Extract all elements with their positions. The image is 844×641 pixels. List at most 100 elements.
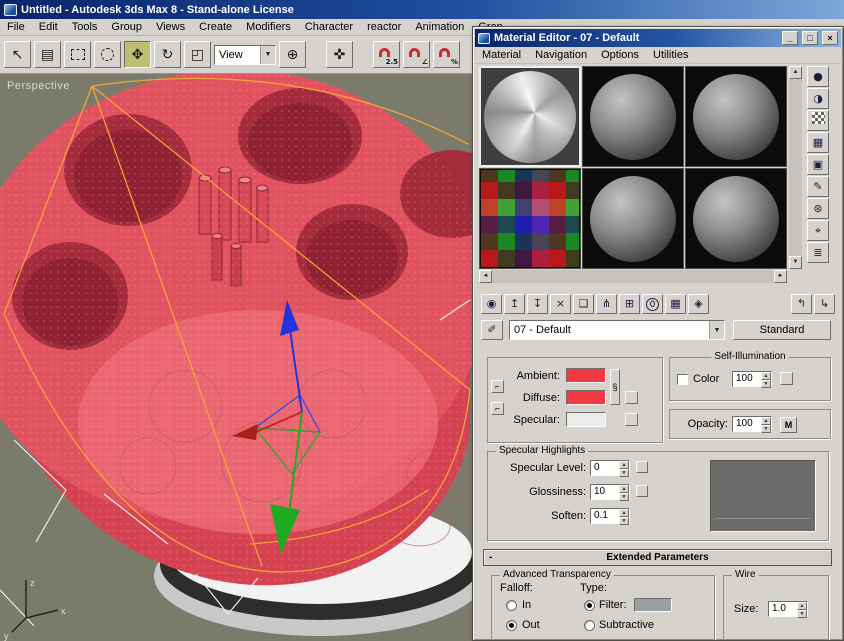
- type-filter-radio[interactable]: [584, 600, 595, 611]
- falloff-in-radio[interactable]: [506, 600, 517, 611]
- scroll-up-icon[interactable]: [789, 66, 802, 79]
- material-sample-slot-2[interactable]: [582, 66, 684, 167]
- main-titlebar[interactable]: Untitled - Autodesk 3ds Max 8 - Stand-al…: [0, 0, 844, 19]
- backlight-button[interactable]: ◑: [807, 88, 829, 109]
- spinner-down-icon[interactable]: [619, 493, 629, 501]
- get-material-button[interactable]: ◉: [481, 294, 502, 314]
- menu-utilities[interactable]: Utilities: [646, 48, 695, 62]
- menu-material[interactable]: Material: [475, 48, 528, 62]
- make-material-copy-button[interactable]: ❏: [573, 294, 594, 314]
- assign-material-to-selection-button[interactable]: ↧: [527, 294, 548, 314]
- spinner-down-icon[interactable]: [761, 380, 771, 388]
- menu-tools[interactable]: Tools: [65, 20, 105, 34]
- wire-size-spinner[interactable]: 1.0: [768, 601, 808, 617]
- select-and-scale-button[interactable]: ◰: [184, 41, 211, 68]
- menu-group[interactable]: Group: [104, 20, 149, 34]
- glossiness-spinner[interactable]: 10: [590, 484, 630, 500]
- scroll-left-icon[interactable]: [479, 270, 492, 283]
- spinner-up-icon[interactable]: [761, 417, 771, 425]
- select-object-button[interactable]: ↖: [4, 41, 31, 68]
- spinner-up-icon[interactable]: [797, 602, 807, 610]
- material-sample-slot-6[interactable]: [685, 168, 787, 269]
- extended-parameters-rollout[interactable]: - Extended Parameters: [483, 549, 832, 566]
- maximize-button[interactable]: □: [802, 31, 818, 45]
- material-sample-slot-5[interactable]: [582, 168, 684, 269]
- material-sample-slot-4[interactable]: [479, 168, 581, 269]
- specular-map-button[interactable]: [625, 413, 638, 426]
- pick-material-from-object-button[interactable]: ✐: [481, 320, 503, 340]
- falloff-out-radio[interactable]: [506, 620, 517, 631]
- spinner-up-icon[interactable]: [619, 461, 629, 469]
- lock-diffuse-specular-button[interactable]: ⌐: [491, 402, 504, 415]
- sample-type-button[interactable]: ●: [807, 66, 829, 87]
- material-id-channel-button[interactable]: 0: [642, 294, 663, 314]
- select-and-manipulate-button[interactable]: ✜: [326, 41, 353, 68]
- menu-options[interactable]: Options: [594, 48, 646, 62]
- chevron-down-icon[interactable]: [260, 46, 275, 64]
- diffuse-map-button[interactable]: [625, 391, 638, 404]
- spinner-down-icon[interactable]: [797, 610, 807, 618]
- specular-level-map-button[interactable]: [636, 461, 648, 473]
- glossiness-map-button[interactable]: [636, 485, 648, 497]
- lock-ambient-diffuse-button[interactable]: ⌐: [491, 380, 504, 393]
- go-to-parent-button[interactable]: ↰: [791, 294, 812, 314]
- material-map-navigator-button[interactable]: ≣: [807, 242, 829, 263]
- ambient-color-swatch[interactable]: [566, 368, 606, 383]
- soften-spinner[interactable]: 0.1: [590, 508, 630, 524]
- show-end-result-button[interactable]: ◈: [688, 294, 709, 314]
- put-material-to-scene-button[interactable]: ↥: [504, 294, 525, 314]
- opacity-map-button[interactable]: M: [780, 417, 797, 433]
- spinner-down-icon[interactable]: [761, 425, 771, 433]
- self-illumination-map-button[interactable]: [780, 372, 793, 385]
- self-illumination-spinner[interactable]: 100: [732, 371, 772, 387]
- filter-color-swatch[interactable]: [634, 598, 672, 612]
- specular-level-spinner[interactable]: 0: [590, 460, 630, 476]
- video-color-check-button[interactable]: ▣: [807, 154, 829, 175]
- material-editor-options-button[interactable]: ⊛: [807, 198, 829, 219]
- menu-navigation[interactable]: Navigation: [528, 48, 594, 62]
- viewport-label[interactable]: Perspective: [7, 80, 70, 92]
- menu-views[interactable]: Views: [149, 20, 192, 34]
- select-and-rotate-button[interactable]: ↻: [154, 41, 181, 68]
- menu-animation[interactable]: Animation: [408, 20, 471, 34]
- show-map-in-viewport-button[interactable]: ▦: [665, 294, 686, 314]
- spinner-up-icon[interactable]: [761, 372, 771, 380]
- percent-snap-toggle-button[interactable]: %: [433, 41, 460, 68]
- specular-color-swatch[interactable]: [566, 412, 606, 427]
- angle-snap-toggle-button[interactable]: ∠: [403, 41, 430, 68]
- select-by-material-button[interactable]: ⌖: [807, 220, 829, 241]
- material-sample-slot-3[interactable]: [685, 66, 787, 167]
- make-unique-button[interactable]: ⋔: [596, 294, 617, 314]
- spinner-down-icon[interactable]: [619, 469, 629, 477]
- crossing-selection-region-button[interactable]: [94, 41, 121, 68]
- scroll-down-icon[interactable]: [789, 256, 802, 269]
- ambient-diffuse-lock-icon[interactable]: §: [610, 369, 620, 405]
- scroll-right-icon[interactable]: [774, 270, 787, 283]
- use-center-button[interactable]: ⊕: [279, 41, 306, 68]
- spinner-up-icon[interactable]: [619, 485, 629, 493]
- menu-file[interactable]: File: [0, 20, 32, 34]
- type-subtractive-radio[interactable]: [584, 620, 595, 631]
- reset-map-button[interactable]: ×: [550, 294, 571, 314]
- snaps-toggle-button[interactable]: 2.5: [373, 41, 400, 68]
- rectangular-selection-region-button[interactable]: [64, 41, 91, 68]
- diffuse-color-swatch[interactable]: [566, 390, 606, 405]
- go-forward-to-sibling-button[interactable]: ↳: [814, 294, 835, 314]
- put-to-library-button[interactable]: ⊞: [619, 294, 640, 314]
- make-preview-button[interactable]: ✎: [807, 176, 829, 197]
- spinner-up-icon[interactable]: [619, 509, 629, 517]
- material-type-button[interactable]: Standard: [733, 320, 831, 340]
- menu-reactor[interactable]: reactor: [360, 20, 408, 34]
- menu-modifiers[interactable]: Modifiers: [239, 20, 298, 34]
- menu-character[interactable]: Character: [298, 20, 360, 34]
- close-button[interactable]: ×: [822, 31, 838, 45]
- opacity-spinner[interactable]: 100: [732, 416, 772, 432]
- select-and-move-button[interactable]: ✥: [124, 41, 151, 68]
- chevron-down-icon[interactable]: [709, 321, 724, 339]
- sample-uv-tiling-button[interactable]: ▦: [807, 132, 829, 153]
- material-editor-titlebar[interactable]: Material Editor - 07 - Default _ □ ×: [475, 29, 841, 47]
- menu-edit[interactable]: Edit: [32, 20, 65, 34]
- select-by-name-button[interactable]: ▤: [34, 41, 61, 68]
- material-name-dropdown[interactable]: 07 - Default: [509, 320, 725, 340]
- menu-create[interactable]: Create: [192, 20, 239, 34]
